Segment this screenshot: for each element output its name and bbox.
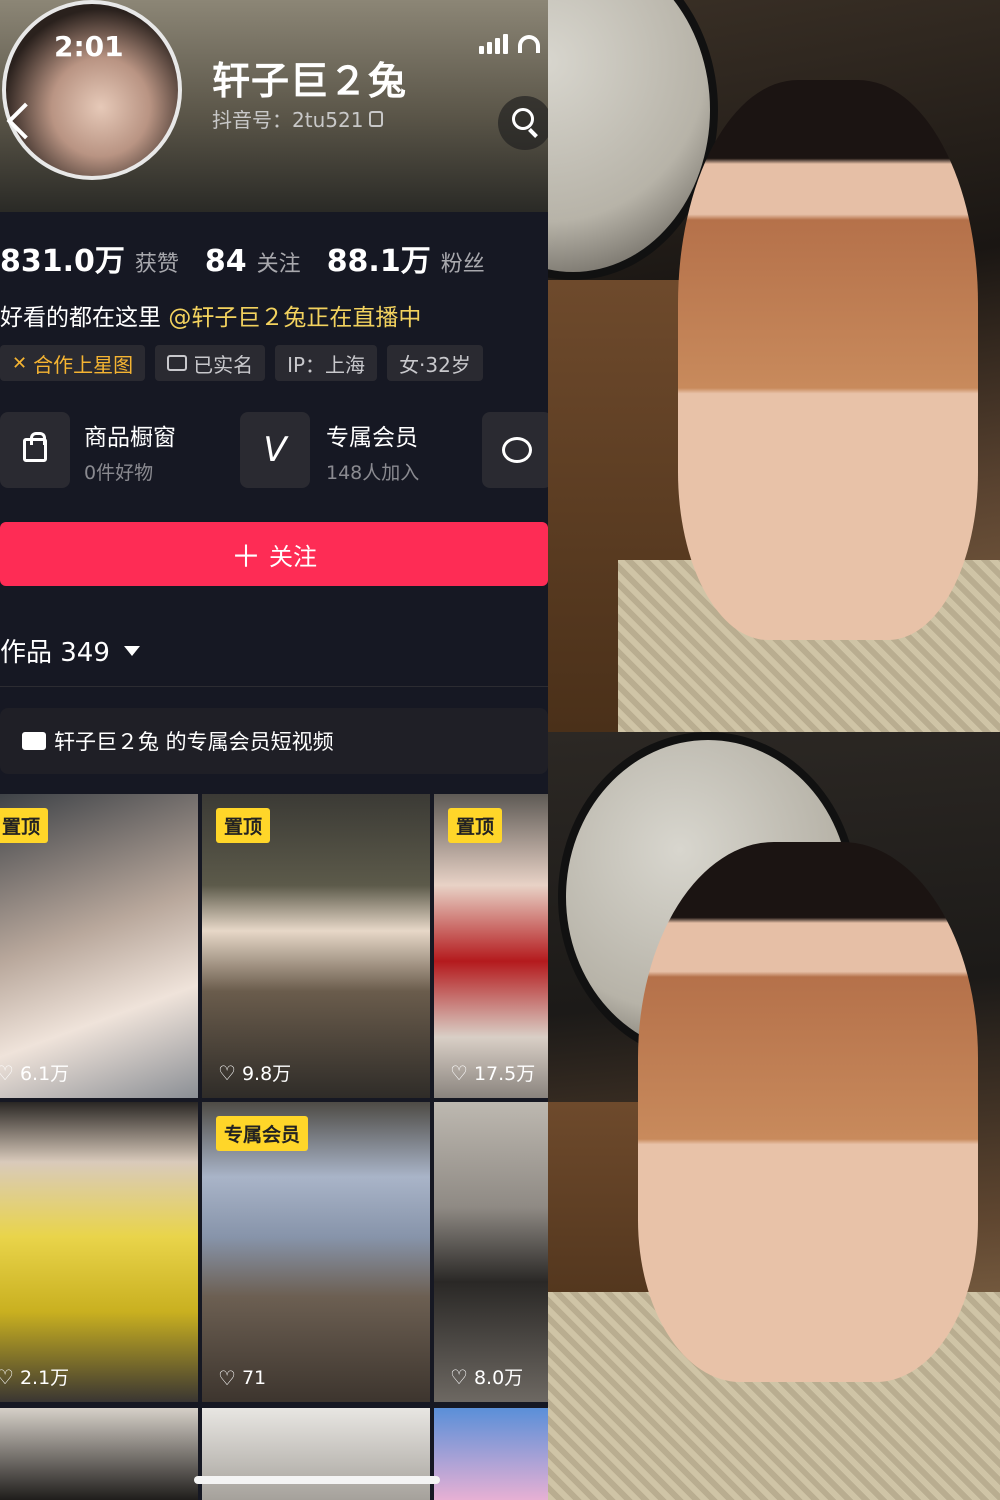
stat-label: 粉丝 [440, 252, 485, 277]
member-badge: 专属会员 [216, 1116, 309, 1151]
video-tile[interactable] [0, 1408, 198, 1500]
star-icon: ✕ [12, 352, 28, 374]
member-videos-bar[interactable]: 轩子巨２兔 的专属会员短视频 [0, 708, 548, 774]
likes-count: 71 [241, 1367, 267, 1389]
tag-label: 已实名 [193, 352, 254, 377]
divider [0, 686, 548, 687]
stat-value: 88.1万 [326, 244, 431, 279]
video-camera-icon [22, 732, 46, 750]
stat-label: 关注 [256, 252, 301, 277]
feature-row: 商品橱窗 0件好物 V 专属会员 148人加入 [0, 412, 548, 492]
tag-gender-age: 女·32岁 [387, 345, 483, 381]
group-chat-button[interactable] [482, 412, 548, 488]
tag-ip: IP：上海 [275, 345, 378, 381]
copy-icon[interactable] [369, 110, 384, 127]
signal-icon [479, 34, 508, 54]
tag-label: 合作上星图 [33, 352, 134, 377]
membership-subtitle: 148人加入 [326, 462, 420, 484]
bio-text: 好看的都在这里 [0, 305, 161, 331]
shop-window-title[interactable]: 商品橱窗 [84, 418, 176, 452]
video-likes: ♡ 6.1万 [0, 1059, 69, 1086]
tag-label: 女·32岁 [399, 352, 471, 377]
follow-label: 关注 [269, 542, 317, 571]
member-bar-label: 轩子巨２兔 的专属会员短视频 [54, 730, 334, 754]
heart-icon: ♡ [218, 1060, 236, 1085]
chat-icon [502, 437, 532, 463]
douyin-id[interactable]: 抖音号：2tu521 [212, 104, 384, 133]
search-icon [512, 108, 534, 130]
id-card-icon [167, 355, 188, 371]
profile-name: 轩子巨２兔 [212, 59, 408, 103]
heart-icon: ♡ [0, 1364, 14, 1389]
likes-count: 2.1万 [19, 1367, 70, 1389]
status-icons [479, 34, 540, 54]
home-indicator[interactable] [194, 1476, 440, 1484]
tab-works[interactable]: 作品 349 [0, 632, 140, 669]
video-tile[interactable] [434, 1408, 548, 1500]
profile-stats: 831.0万 获赞 84 关注 88.1万 粉丝 [0, 236, 485, 280]
tag-star-cooperation[interactable]: ✕ 合作上星图 [0, 345, 146, 381]
tag-verified[interactable]: 已实名 [155, 345, 266, 381]
membership-title[interactable]: 专属会员 [326, 418, 418, 452]
video-likes: ♡ 71 [218, 1366, 266, 1390]
photo-top [548, 0, 1000, 732]
video-tile[interactable] [202, 1408, 430, 1500]
woman-figure [638, 842, 978, 1382]
pinned-badge: 置顶 [216, 808, 271, 843]
bio: 好看的都在这里 @轩子巨２兔正在直播中 [0, 298, 421, 332]
shop-window-subtitle: 0件好物 [84, 462, 154, 484]
profile-tags: ✕ 合作上星图 已实名 IP：上海 女·32岁 [0, 345, 483, 381]
photo-bottom [548, 732, 1000, 1500]
video-tile[interactable]: ♡ 8.0万 [434, 1102, 548, 1402]
shopping-bag-icon [23, 432, 47, 462]
douyin-id-text: 抖音号：2tu521 [212, 108, 364, 132]
search-button[interactable] [498, 96, 548, 150]
stat-following[interactable]: 84 关注 [205, 244, 301, 279]
membership-button[interactable]: V [240, 412, 310, 488]
v-icon: V [263, 430, 287, 470]
heart-icon: ♡ [450, 1060, 468, 1085]
video-likes: ♡ 2.1万 [0, 1363, 69, 1390]
stat-value: 831.0万 [0, 244, 125, 279]
heart-icon: ♡ [450, 1364, 468, 1389]
works-tab-label: 作品 349 [0, 638, 110, 668]
wifi-icon [518, 35, 540, 53]
video-tile[interactable]: 置顶 ♡ 17.5万 [434, 794, 548, 1098]
likes-count: 17.5万 [473, 1063, 536, 1085]
pinned-badge: 置顶 [448, 808, 503, 843]
shop-window-button[interactable] [0, 412, 70, 488]
plus-icon: ＋ [231, 540, 261, 575]
caret-down-icon [123, 645, 140, 656]
video-tile[interactable]: ♡ 2.1万 [0, 1102, 198, 1402]
woman-figure [678, 80, 978, 640]
heart-icon: ♡ [0, 1060, 14, 1085]
stat-value: 84 [204, 244, 247, 279]
likes-count: 8.0万 [473, 1367, 524, 1389]
video-tile[interactable]: 置顶 ♡ 9.8万 [202, 794, 430, 1098]
pinned-badge: 置顶 [0, 808, 49, 843]
stat-likes[interactable]: 831.0万 获赞 [0, 236, 179, 280]
likes-count: 6.1万 [19, 1063, 70, 1085]
profile-screen: 2:01 轩子巨２兔 抖音号：2tu521 831.0万 获赞 84 关注 88… [0, 0, 548, 1500]
video-tile[interactable]: 专属会员 ♡ 71 [202, 1102, 430, 1402]
video-likes: ♡ 17.5万 [450, 1059, 535, 1086]
video-tile[interactable]: 置顶 ♡ 6.1万 [0, 794, 198, 1098]
avatar[interactable] [2, 0, 182, 180]
status-time: 2:01 [54, 30, 124, 63]
follow-button[interactable]: ＋ 关注 [0, 522, 548, 586]
heart-icon: ♡ [218, 1366, 236, 1390]
stat-followers[interactable]: 88.1万 粉丝 [327, 236, 485, 280]
tag-label: IP：上海 [287, 352, 366, 377]
video-likes: ♡ 8.0万 [450, 1363, 523, 1390]
stat-label: 获赞 [134, 252, 179, 277]
bio-mention-link[interactable]: @轩子巨２兔正在直播中 [168, 305, 421, 331]
likes-count: 9.8万 [241, 1063, 292, 1085]
video-likes: ♡ 9.8万 [218, 1059, 291, 1086]
